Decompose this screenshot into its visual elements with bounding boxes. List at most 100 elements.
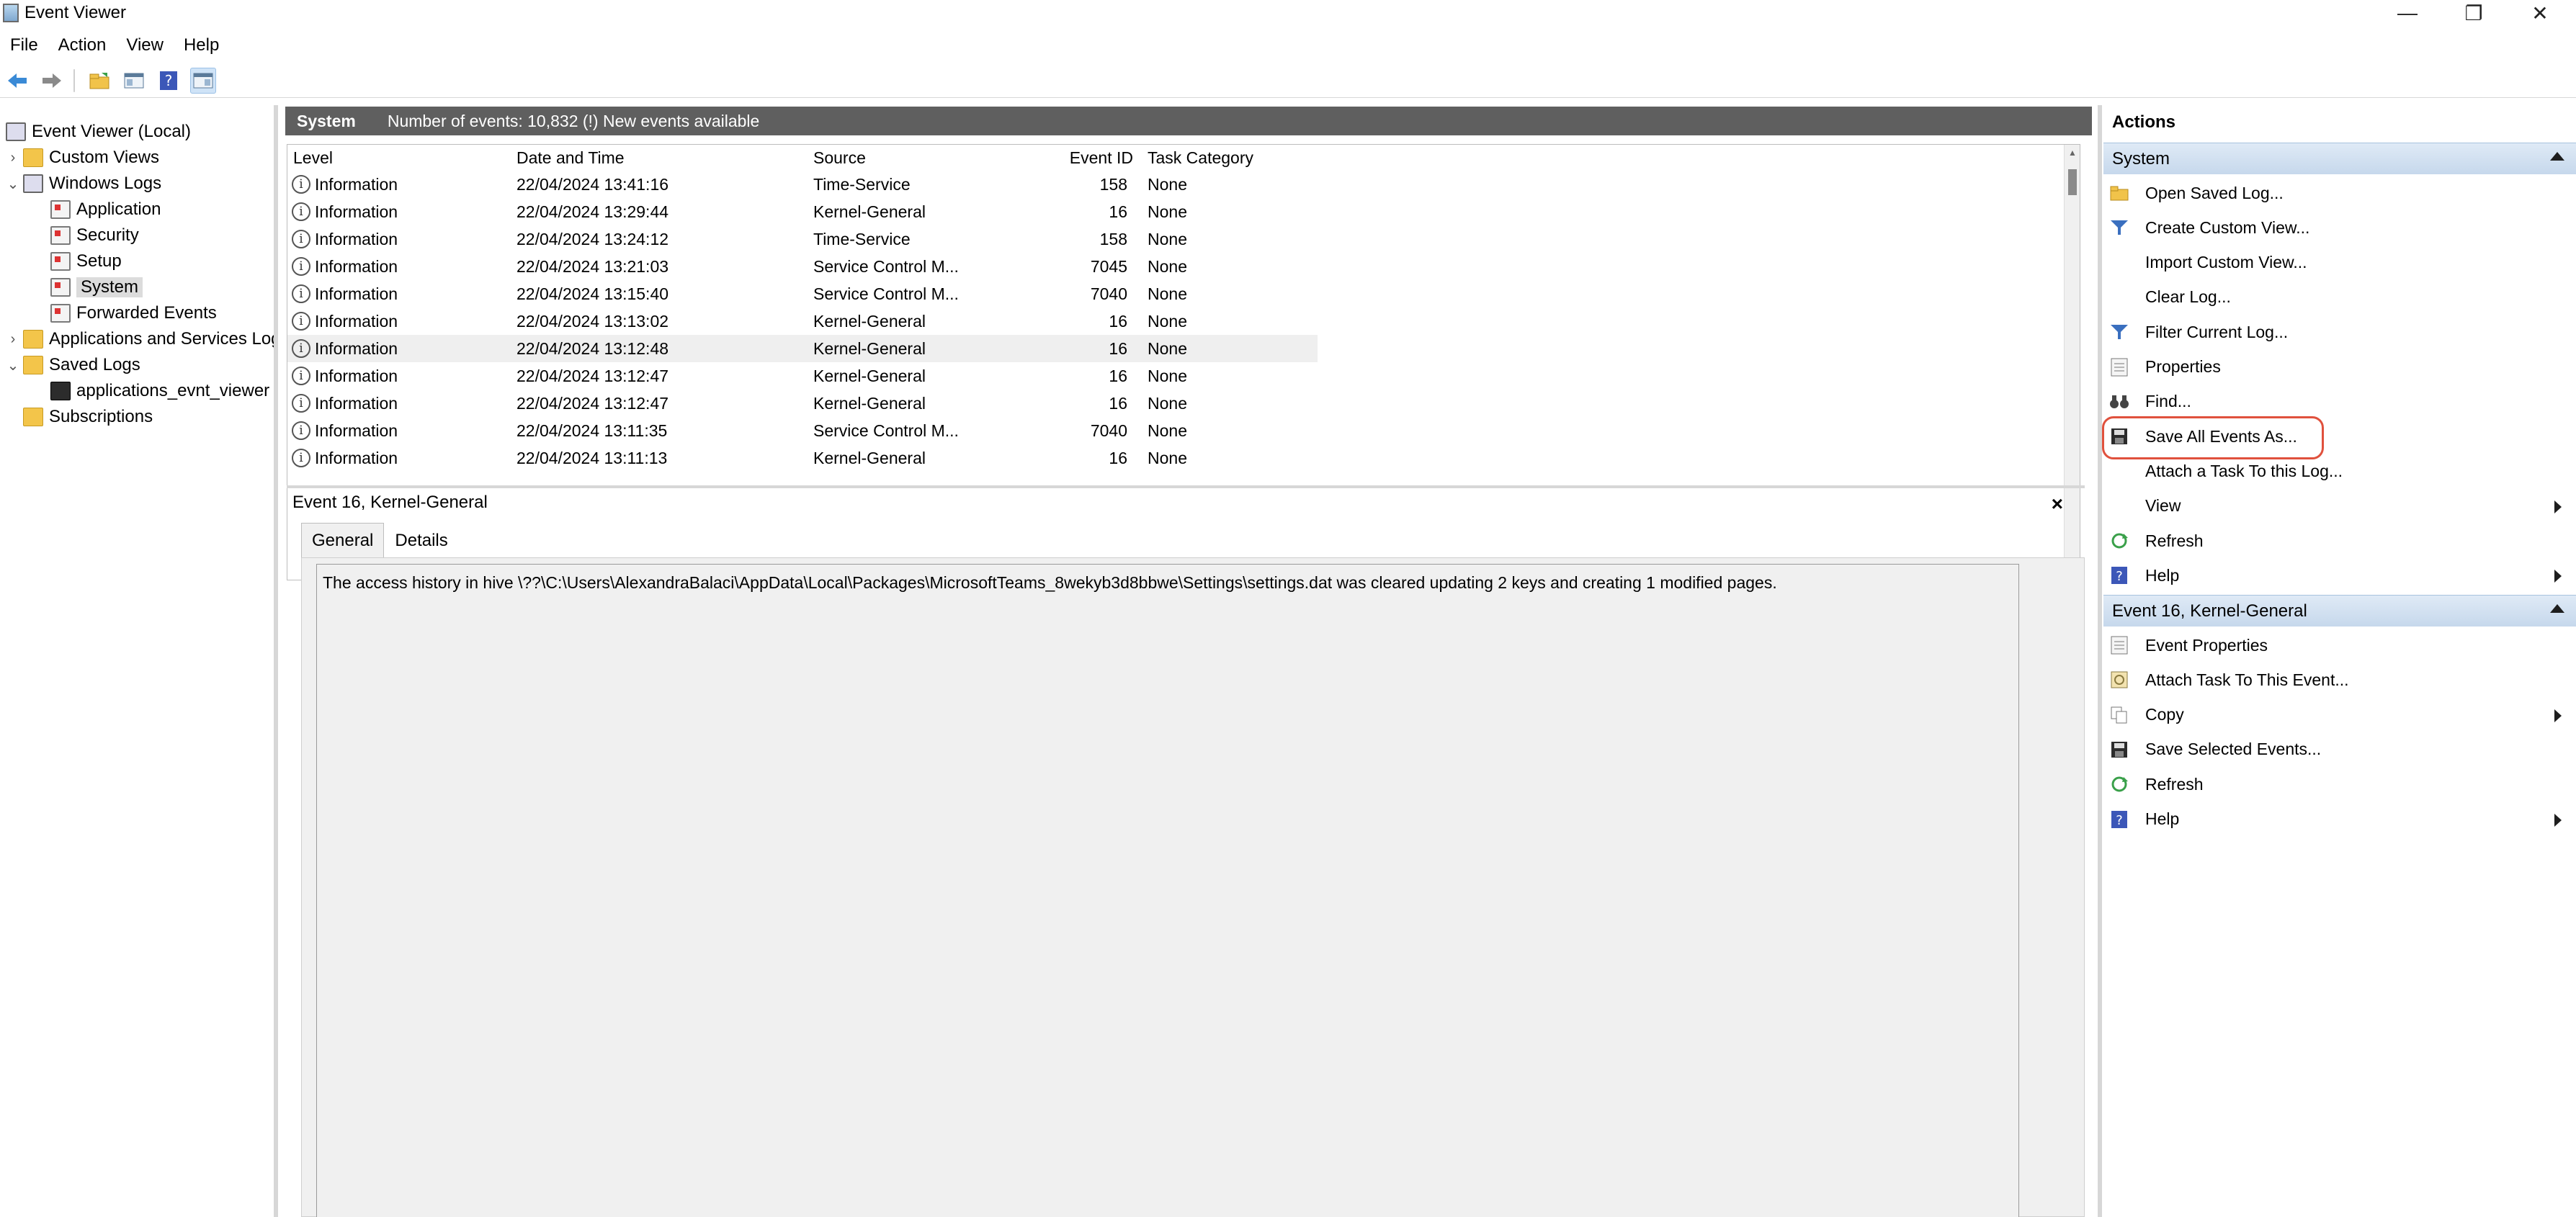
tree-node[interactable]: Forwarded Events bbox=[33, 301, 217, 325]
action-item[interactable]: Open Saved Log... bbox=[2109, 177, 2570, 209]
cell-id: 158 bbox=[1099, 174, 1127, 194]
tree-node[interactable]: Subscriptions bbox=[6, 405, 153, 429]
expander-icon[interactable]: › bbox=[6, 331, 20, 348]
disk-icon bbox=[50, 382, 71, 400]
tree-node[interactable]: System bbox=[33, 275, 143, 300]
action-item[interactable]: Find... bbox=[2109, 386, 2570, 418]
viewer-icon bbox=[23, 174, 43, 193]
action-label: Help bbox=[2145, 809, 2180, 828]
tree-node[interactable]: Setup bbox=[33, 249, 122, 274]
tree-node[interactable]: › Custom Views bbox=[6, 145, 159, 170]
table-row[interactable]: i Information 22/04/2024 13:41:16 Time-Serv… bbox=[287, 171, 1318, 198]
table-row[interactable]: i Information 22/04/2024 13:12:47 Kernel-Ge… bbox=[287, 362, 1318, 390]
window-title: Event Viewer bbox=[24, 3, 126, 22]
action-item[interactable]: Filter Current Log... bbox=[2109, 316, 2570, 348]
tree-node[interactable]: applications_evnt_viewer bbox=[33, 379, 269, 403]
restore-button[interactable]: ❐ bbox=[2441, 0, 2507, 26]
action-item[interactable]: View bbox=[2109, 490, 2570, 522]
svg-text:?: ? bbox=[2116, 813, 2123, 828]
action-label: Open Saved Log... bbox=[2145, 183, 2284, 202]
table-row[interactable]: i Information 22/04/2024 13:11:35 Service C… bbox=[287, 417, 1318, 444]
scroll-up-arrow[interactable]: ▲ bbox=[2065, 145, 2080, 161]
detail-tabs: General Details bbox=[301, 523, 459, 559]
cell-id: 158 bbox=[1099, 229, 1127, 248]
tree-node[interactable]: ⌄ Windows Logs bbox=[6, 171, 161, 196]
menu-view[interactable]: View bbox=[116, 35, 174, 55]
toolbar-separator bbox=[73, 68, 75, 92]
minimize-button[interactable]: — bbox=[2374, 0, 2441, 26]
action-item[interactable]: Attach a Task To this Log... bbox=[2109, 455, 2570, 487]
action-item[interactable]: Copy bbox=[2109, 699, 2570, 731]
actions-group-header[interactable]: System bbox=[2103, 143, 2576, 174]
table-row[interactable]: i Information 22/04/2024 13:21:03 Service C… bbox=[287, 253, 1318, 280]
action-item[interactable]: Event Properties bbox=[2109, 629, 2570, 661]
action-item[interactable]: Clear Log... bbox=[2109, 282, 2570, 313]
table-row[interactable]: i Information 22/04/2024 13:24:12 Time-Serv… bbox=[287, 225, 1318, 253]
save-icon bbox=[2109, 426, 2129, 446]
tab-general[interactable]: General bbox=[301, 523, 385, 557]
table-row[interactable]: i Information 22/04/2024 13:11:13 Kernel-Ge… bbox=[287, 444, 1318, 472]
detail-body: The access history in hive \??\C:\Users\… bbox=[301, 557, 2085, 1217]
table-row[interactable]: i Information 22/04/2024 13:13:02 Kernel-Ge… bbox=[287, 307, 1318, 335]
cell-level: i Information bbox=[292, 171, 508, 198]
column-header-source[interactable]: Source bbox=[808, 145, 972, 171]
action-item[interactable]: Attach Task To This Event... bbox=[2109, 664, 2570, 696]
tree-node[interactable]: Application bbox=[33, 197, 161, 222]
expander-icon[interactable]: ⌄ bbox=[6, 175, 20, 193]
actions-pane: Actions System Open Saved Log... Create Cu… bbox=[2098, 105, 2576, 1217]
action-item[interactable]: Save All Events As... bbox=[2109, 421, 2570, 452]
copy-icon bbox=[2109, 705, 2129, 725]
column-header-date-time[interactable]: Date and Time bbox=[511, 145, 808, 171]
column-header-event-id[interactable]: Event ID bbox=[972, 145, 1142, 171]
column-header-level[interactable]: Level bbox=[287, 145, 511, 171]
cell-level: i Information bbox=[292, 417, 508, 444]
tree-node-label: Saved Logs bbox=[49, 355, 140, 374]
open-folder-icon[interactable] bbox=[86, 68, 112, 94]
action-item[interactable]: Create Custom View... bbox=[2109, 212, 2570, 243]
log-icon bbox=[50, 304, 71, 323]
cell-category: None bbox=[1148, 284, 1187, 303]
action-item[interactable]: Properties bbox=[2109, 351, 2570, 383]
table-row[interactable]: i Information 22/04/2024 13:12:48 Kernel-Ge… bbox=[287, 335, 1318, 362]
action-item[interactable]: Save Selected Events... bbox=[2109, 734, 2570, 765]
menu-file[interactable]: File bbox=[0, 35, 48, 55]
tree-node[interactable]: ⌄ Saved Logs bbox=[6, 353, 140, 377]
cell-category: None bbox=[1148, 366, 1187, 385]
event-message[interactable]: The access history in hive \??\C:\Users\… bbox=[316, 564, 2019, 1217]
action-item[interactable]: Refresh bbox=[2109, 525, 2570, 557]
table-row[interactable]: i Information 22/04/2024 13:12:47 Kernel-Ge… bbox=[287, 390, 1318, 417]
tree-node-label: Forwarded Events bbox=[76, 303, 217, 323]
collapse-caret-icon[interactable] bbox=[2550, 604, 2564, 613]
forward-icon[interactable] bbox=[39, 68, 65, 94]
tree-node[interactable]: › Applications and Services Log bbox=[6, 327, 274, 351]
collapse-caret-icon[interactable] bbox=[2550, 152, 2564, 161]
table-row[interactable]: i Information 22/04/2024 13:29:44 Kernel-Ge… bbox=[287, 198, 1318, 225]
expander-icon[interactable]: › bbox=[6, 150, 20, 166]
scrollbar-thumb[interactable] bbox=[2068, 169, 2077, 195]
close-detail-icon[interactable]: × bbox=[2052, 493, 2063, 516]
table-row[interactable]: i Information 22/04/2024 13:15:40 Service C… bbox=[287, 280, 1318, 307]
menu-action[interactable]: Action bbox=[48, 35, 117, 55]
help-icon[interactable]: ? bbox=[156, 68, 182, 94]
action-pane-icon[interactable] bbox=[190, 67, 216, 94]
submenu-arrow-icon bbox=[2554, 813, 2562, 827]
cell-source: Time-Service bbox=[813, 174, 911, 194]
level-text: Information bbox=[315, 421, 398, 440]
action-item[interactable]: Refresh bbox=[2109, 768, 2570, 800]
action-item[interactable]: ? Help bbox=[2109, 560, 2570, 591]
show-hide-icon[interactable] bbox=[121, 68, 147, 94]
column-header-task-category[interactable]: Task Category bbox=[1142, 145, 1318, 171]
action-item[interactable]: ? Help bbox=[2109, 804, 2570, 835]
menu-help[interactable]: Help bbox=[174, 35, 229, 55]
action-label: Clear Log... bbox=[2145, 287, 2231, 307]
tab-details[interactable]: Details bbox=[384, 523, 459, 557]
expander-icon[interactable]: ⌄ bbox=[6, 356, 20, 374]
tree-node-label: Subscriptions bbox=[49, 407, 153, 426]
action-item[interactable]: Import Custom View... bbox=[2109, 247, 2570, 279]
subs-icon bbox=[23, 408, 43, 426]
close-window-button[interactable]: ✕ bbox=[2507, 0, 2573, 26]
tree-node[interactable]: Event Viewer (Local) bbox=[3, 120, 191, 144]
tree-node[interactable]: Security bbox=[33, 223, 139, 248]
back-icon[interactable] bbox=[4, 68, 30, 94]
actions-group-header[interactable]: Event 16, Kernel-General bbox=[2103, 595, 2576, 627]
